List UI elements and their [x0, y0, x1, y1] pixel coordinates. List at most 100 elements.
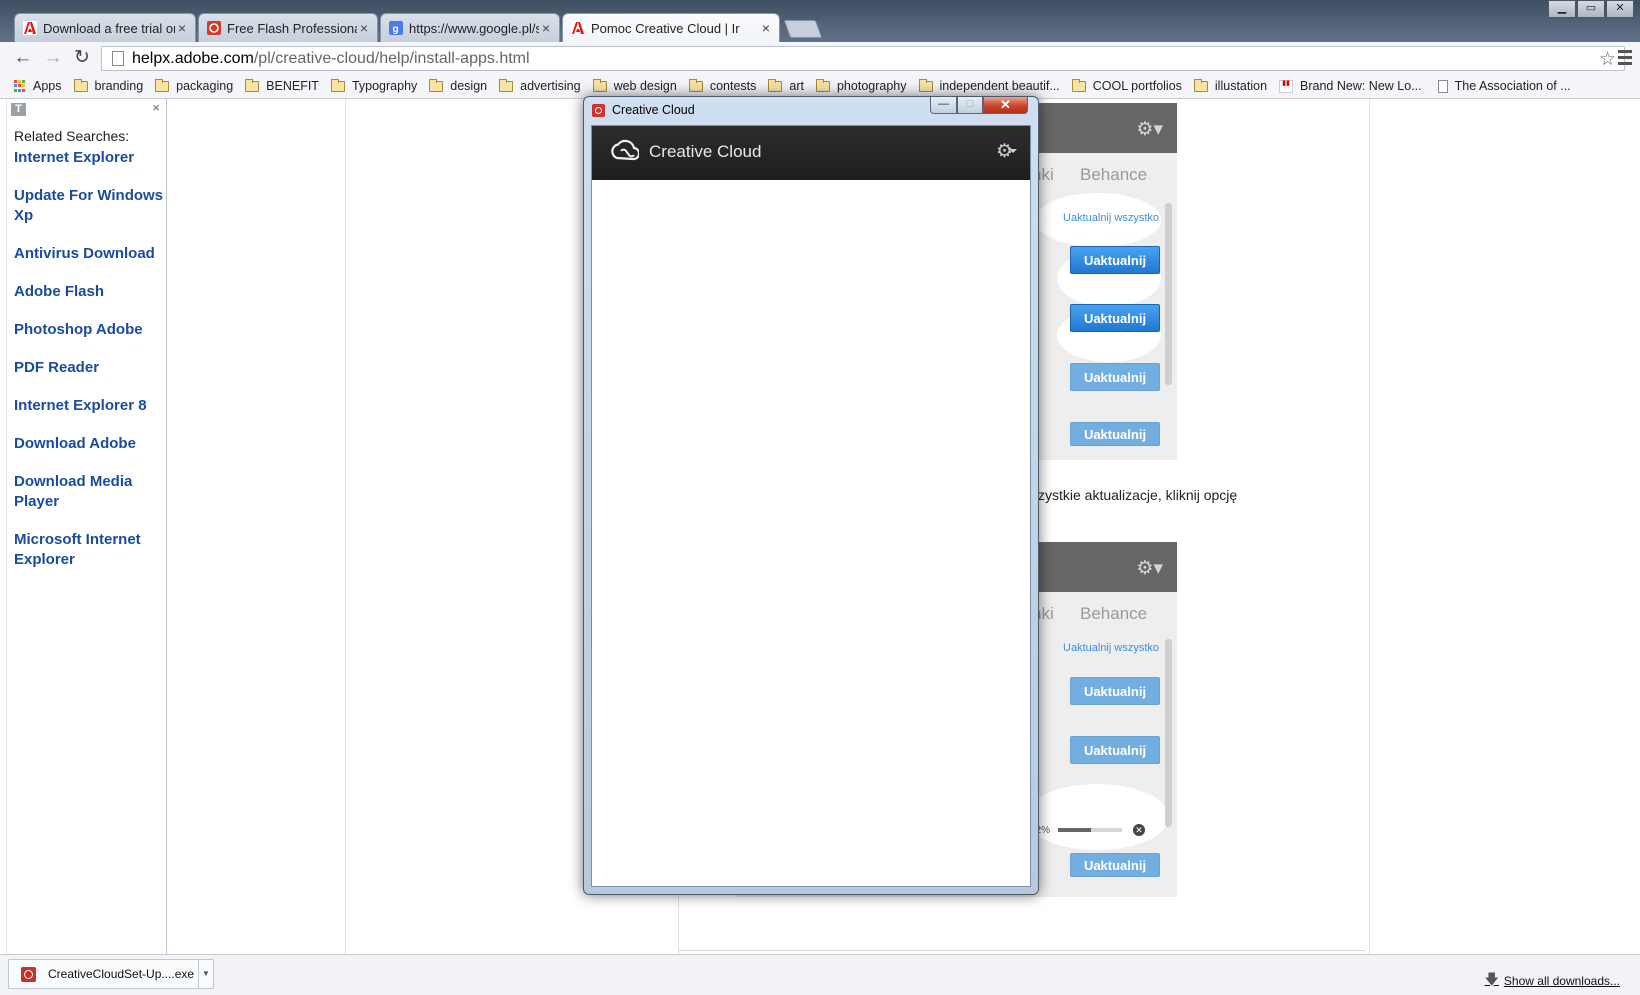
related-link[interactable]: Download Adobe: [14, 434, 164, 454]
folder-icon: [499, 78, 514, 92]
bookmark-folder-benefit[interactable]: BENEFIT: [245, 78, 319, 93]
bookmark-folder-advertising[interactable]: advertising: [499, 78, 581, 93]
bookmark-label: Typography: [351, 79, 418, 93]
tab-label-behance: Behance: [1080, 604, 1148, 623]
related-link[interactable]: Download Media Player: [14, 472, 164, 512]
tab-google-search[interactable]: g https://www.google.pl/se ×: [380, 13, 560, 42]
close-tab-icon[interactable]: ×: [175, 20, 189, 36]
bookmark-folder-packaging[interactable]: packaging: [155, 78, 233, 93]
related-link[interactable]: Adobe Flash: [14, 282, 164, 302]
cc-window-titlebar[interactable]: Creative Cloud — □ ✕: [584, 97, 1038, 123]
google-icon: g: [389, 21, 403, 35]
related-link[interactable]: Microsoft Internet Explorer: [14, 530, 164, 570]
cc-maximize-button[interactable]: □: [957, 97, 983, 114]
folder-icon: [1193, 78, 1208, 92]
bookmark-folder-independent-beautif[interactable]: independent beautif...: [918, 78, 1060, 93]
folder-icon: [592, 78, 607, 92]
reload-icon[interactable]: ↻: [71, 48, 93, 70]
bookmark-folder-cool-portfolios[interactable]: COOL portfolios: [1071, 78, 1182, 93]
tab-title: Download a free trial or bu: [43, 20, 175, 36]
highlight-halo: [1025, 784, 1169, 850]
bookmark-label: web design: [613, 79, 677, 93]
update-all-link: Uaktualnij wszystko: [1063, 642, 1159, 654]
related-link[interactable]: Internet Explorer 8: [14, 396, 164, 416]
bookmark-brand-new[interactable]: ▮▮ Brand New: New Lo...: [1279, 79, 1422, 93]
close-tab-icon[interactable]: ×: [759, 20, 773, 36]
download-filename: CreativeCloudSet-Up....exe: [48, 967, 195, 981]
creative-cloud-icon: [21, 966, 36, 982]
tab-free-flash-professional[interactable]: Free Flash Professional CC ×: [198, 13, 378, 42]
update-button: Uaktualnij: [1070, 853, 1160, 877]
related-link[interactable]: Update For Windows Xp: [14, 186, 164, 226]
page-icon: [112, 51, 124, 66]
forward-arrow-icon[interactable]: →: [42, 48, 64, 70]
bookmark-folder-web-design[interactable]: web design: [592, 78, 677, 93]
menu-icon[interactable]: [1618, 50, 1632, 68]
tab-pomoc-creative-cloud[interactable]: Pomoc Creative Cloud | Ir ×: [562, 13, 780, 42]
bookmark-folder-art[interactable]: art: [768, 78, 804, 93]
new-tab-button[interactable]: [783, 20, 823, 38]
creative-cloud-window: Creative Cloud — □ ✕ Creative Cloud ⚙: [583, 96, 1039, 895]
close-window-button[interactable]: ✕: [1606, 0, 1634, 18]
bookmark-folder-typography[interactable]: Typography: [330, 78, 418, 93]
bookmark-association[interactable]: The Association of ...: [1437, 79, 1571, 93]
folder-icon: [815, 78, 830, 92]
creative-cloud-icon: [207, 21, 221, 35]
chevron-down-icon[interactable]: [1009, 149, 1017, 153]
page-icon: [1437, 79, 1448, 93]
minimize-window-button[interactable]: ▁: [1548, 0, 1576, 18]
show-all-downloads-link[interactable]: 🡇 Show all downloads...: [1485, 969, 1620, 993]
related-searches-title: Related Searches:: [14, 128, 130, 144]
downloads-bar: CreativeCloudSet-Up....exe ▼ 🡇 Show all …: [0, 954, 1640, 995]
bookmark-folder-photography[interactable]: photography: [815, 78, 907, 93]
related-link[interactable]: PDF Reader: [14, 358, 164, 378]
folder-icon: [245, 78, 260, 92]
bookmark-folder-illustation[interactable]: illustation: [1193, 78, 1267, 93]
chevron-down-icon[interactable]: ▼: [198, 960, 213, 988]
browser-tab-strip: Download a free trial or bu × Free Flash…: [0, 0, 1640, 42]
bookmark-folder-branding[interactable]: branding: [73, 78, 143, 93]
bookmark-folder-design[interactable]: design: [429, 78, 488, 93]
apps-grid-icon: [14, 80, 26, 92]
cc-app-header: Creative Cloud ⚙: [592, 126, 1030, 180]
toolbar-logo-icon: T: [11, 103, 26, 116]
download-arrow-icon: 🡇: [1484, 971, 1499, 987]
related-link[interactable]: Internet Explorer: [14, 148, 164, 168]
cc-window-title: Creative Cloud: [612, 103, 695, 117]
gear-icon: ⚙▾: [1136, 119, 1163, 140]
cc-minimize-button[interactable]: —: [930, 97, 957, 114]
scrollbar: [1165, 639, 1172, 827]
bookmark-star-icon[interactable]: ☆: [1599, 48, 1616, 71]
update-button: Uaktualnij: [1070, 736, 1160, 764]
bookmark-label: art: [789, 79, 804, 93]
download-item[interactable]: CreativeCloudSet-Up....exe ▼: [8, 959, 214, 989]
back-arrow-icon[interactable]: ←: [12, 48, 34, 70]
close-sidebar-icon[interactable]: ×: [152, 100, 160, 115]
folder-icon: [330, 78, 345, 92]
bookmark-label: design: [450, 79, 488, 93]
tab-download-free-trial[interactable]: Download a free trial or bu ×: [14, 13, 196, 42]
maximize-window-button[interactable]: ▭: [1577, 0, 1605, 18]
address-bar[interactable]: helpx.adobe.com/pl/creative-cloud/help/i…: [101, 46, 1625, 71]
bookmark-label: independent beautif...: [939, 79, 1060, 93]
cc-close-button[interactable]: ✕: [983, 97, 1028, 114]
folder-icon: [768, 78, 783, 92]
bookmark-folder-contests[interactable]: contests: [688, 78, 757, 93]
browser-toolbar: ← → ↻ helpx.adobe.com/pl/creative-cloud/…: [0, 42, 1640, 75]
close-tab-icon[interactable]: ×: [539, 20, 553, 36]
tab-title: Free Flash Professional CC: [227, 20, 357, 36]
bookmark-apps[interactable]: Apps: [14, 79, 62, 93]
folder-icon: [73, 78, 88, 92]
folder-icon: [429, 78, 444, 92]
download-progress: 52% ✕: [1030, 824, 1146, 836]
article-text: zystkie aktualizacje, kliknij opcję: [1038, 487, 1238, 503]
url-host: helpx.adobe.com: [132, 49, 254, 67]
folder-icon: [918, 78, 933, 92]
content-divider: [678, 950, 1365, 951]
related-link[interactable]: Antivirus Download: [14, 244, 164, 264]
gear-icon: ⚙▾: [1136, 558, 1163, 579]
bookmark-label: contests: [709, 79, 757, 93]
bookmark-label: BENEFIT: [266, 79, 319, 93]
close-tab-icon[interactable]: ×: [357, 20, 371, 36]
related-link[interactable]: Photoshop Adobe: [14, 320, 164, 340]
